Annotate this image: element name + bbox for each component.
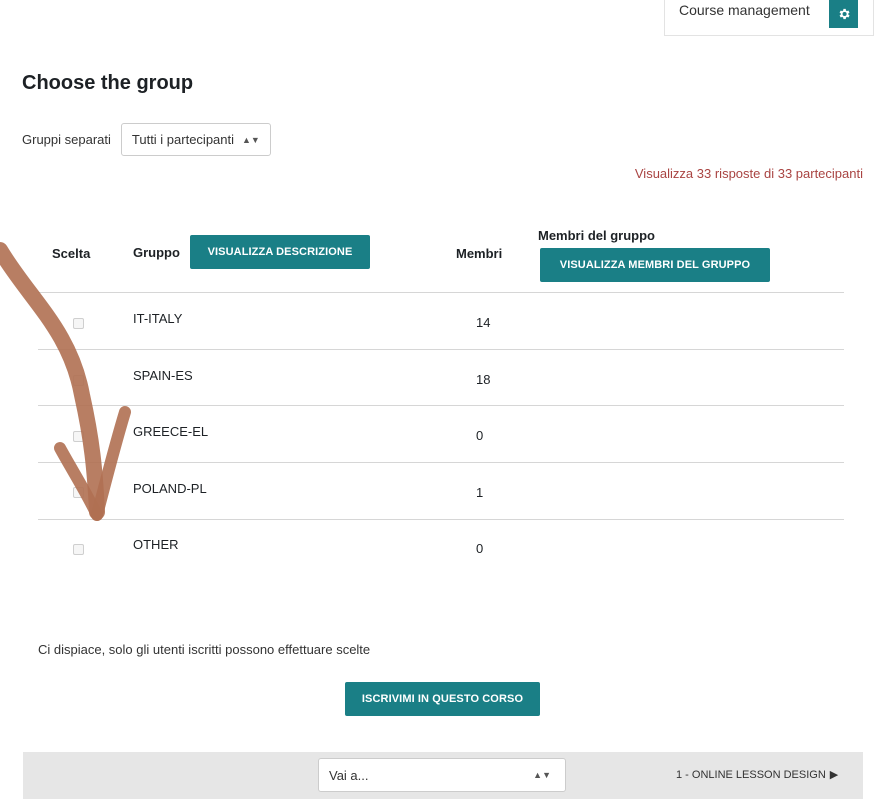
select-arrows-icon: ▲▼ [242, 134, 260, 145]
next-activity-link[interactable]: 1 - ONLINE LESSON DESIGN ▶ [676, 768, 839, 782]
table-divider [38, 349, 844, 350]
view-responses-link[interactable]: Visualizza 33 risposte di 33 partecipant… [635, 166, 863, 181]
column-header-group-members: Membri del gruppo [538, 228, 655, 243]
group-member-count: 0 [476, 541, 484, 556]
column-header-scelta: Scelta [52, 246, 91, 261]
group-checkbox[interactable] [73, 431, 84, 442]
gear-icon [839, 8, 850, 20]
table-divider [38, 405, 844, 406]
group-name: OTHER [133, 537, 179, 552]
group-member-count: 0 [476, 428, 484, 443]
group-mode-label: Gruppi separati [22, 132, 111, 147]
next-activity-label: 1 - ONLINE LESSON DESIGN [676, 768, 826, 781]
column-header-gruppo: Gruppo [133, 245, 180, 260]
group-name: SPAIN-ES [133, 368, 193, 383]
group-name: GREECE-EL [133, 424, 209, 439]
group-mode-select-value: Tutti i partecipanti [131, 132, 235, 147]
select-arrows-icon: ▲▼ [533, 770, 551, 780]
group-checkbox[interactable] [73, 375, 84, 386]
group-checkbox[interactable] [73, 318, 84, 329]
enrol-required-message: Ci dispiace, solo gli utenti iscritti po… [38, 642, 371, 657]
group-checkbox[interactable] [73, 487, 84, 498]
course-management-menu[interactable]: Course management [664, 0, 874, 36]
enrol-button[interactable]: ISCRIVIMI IN QUESTO CORSO [345, 682, 540, 716]
play-right-icon: ▶ [829, 769, 839, 781]
jump-to-select[interactable]: Vai a... ▲▼ [318, 758, 566, 792]
annotation-arrow-icon [0, 242, 131, 521]
group-name: IT-ITALY [133, 311, 183, 326]
gear-button[interactable] [829, 0, 858, 28]
show-group-members-button[interactable]: VISUALIZZA MEMBRI DEL GRUPPO [540, 248, 770, 282]
page-title: Choose the group [22, 72, 194, 94]
course-management-label: Course management [679, 1, 810, 18]
group-mode-select[interactable]: Tutti i partecipanti ▲▼ [120, 123, 271, 156]
column-header-membri: Membri [456, 246, 503, 261]
jump-to-select-value: Vai a... [329, 767, 369, 783]
table-divider [38, 519, 844, 520]
group-name: POLAND-PL [133, 481, 207, 496]
table-divider [38, 462, 844, 463]
group-member-count: 18 [476, 372, 491, 387]
show-description-button[interactable]: VISUALIZZA DESCRIZIONE [190, 235, 370, 269]
group-mode-row: Gruppi separati Tutti i partecipanti ▲▼ [22, 123, 271, 156]
group-member-count: 14 [476, 315, 491, 330]
group-checkbox[interactable] [73, 544, 84, 555]
group-member-count: 1 [476, 485, 484, 500]
table-divider [38, 292, 844, 293]
